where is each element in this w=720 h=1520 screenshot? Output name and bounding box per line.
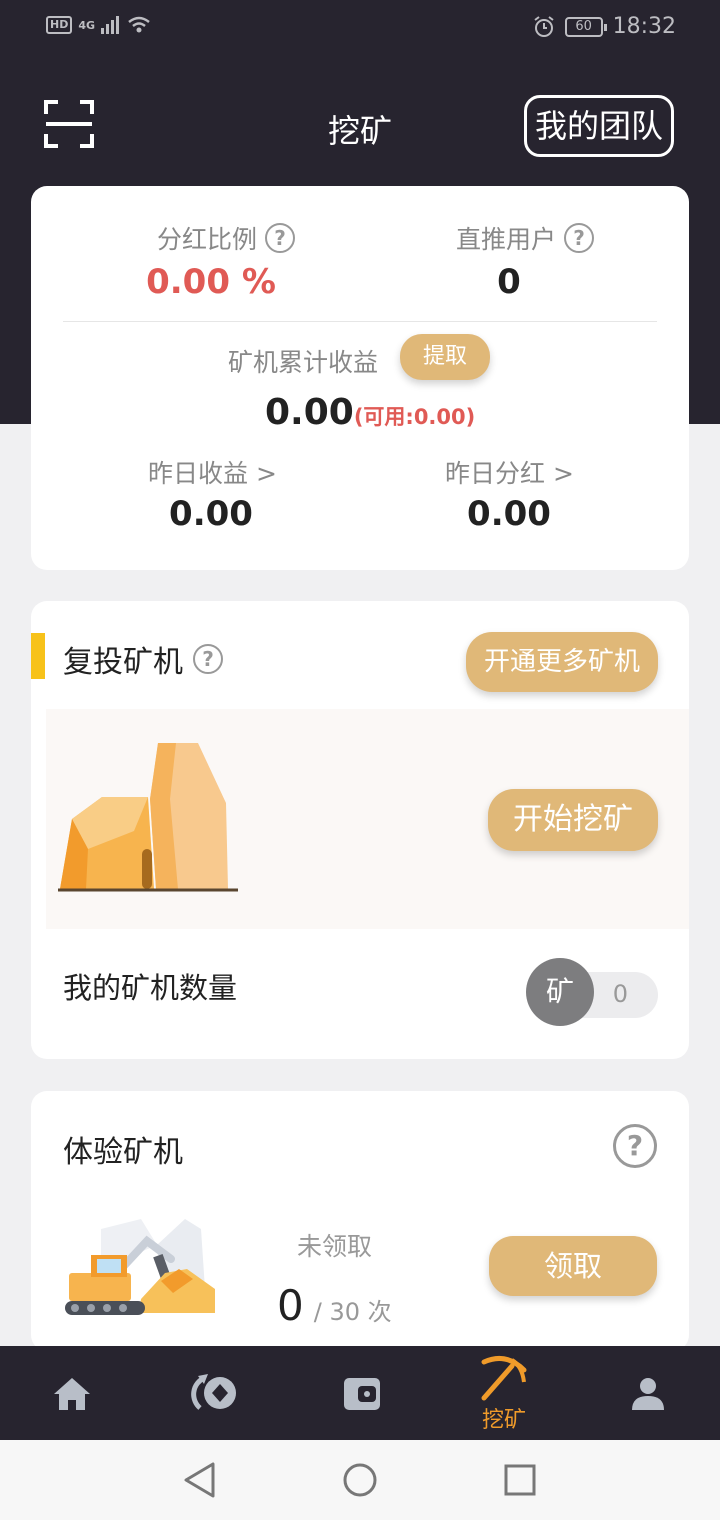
start-mining-button[interactable]: 开始挖矿: [488, 789, 658, 851]
reinvest-title-group: 复投矿机 ?: [63, 637, 223, 681]
trial-used-count: 0: [277, 1281, 304, 1330]
mining-area: 开始挖矿: [46, 709, 689, 929]
tab-mining-label: 挖矿: [481, 1408, 526, 1433]
wifi-icon: [128, 16, 150, 33]
system-nav-bar: [0, 1440, 720, 1520]
clock: 18:32: [612, 14, 676, 39]
mine-mountain-icon: [58, 743, 238, 892]
section-accent-bar: [31, 633, 45, 679]
dividend-ratio-label-group: 分红比例 ?: [157, 220, 296, 256]
available-amount: (可用:0.00): [353, 405, 476, 429]
my-team-button[interactable]: 我的团队: [523, 95, 674, 157]
recents-icon[interactable]: [504, 1464, 536, 1496]
tab-profile[interactable]: [588, 1346, 708, 1440]
reinvest-title: 复投矿机: [63, 645, 183, 680]
yesterday-dividend-link[interactable]: 昨日分红 >: [445, 454, 574, 490]
help-icon[interactable]: ?: [613, 1124, 657, 1168]
home-icon: [54, 1378, 90, 1410]
trial-status: 未领取: [297, 1232, 373, 1261]
direct-users-value: 0: [497, 262, 521, 302]
bottom-tab-bar: 挖矿: [0, 1346, 720, 1440]
signal-icon: [101, 16, 120, 34]
miner-count-indicator: 矿 0: [526, 958, 658, 1026]
help-icon[interactable]: ?: [564, 223, 595, 253]
tab-exchange[interactable]: [156, 1346, 276, 1440]
pickaxe-icon: [481, 1355, 527, 1401]
back-icon[interactable]: [183, 1462, 217, 1498]
help-icon[interactable]: ?: [193, 644, 223, 674]
withdraw-button[interactable]: 提取: [400, 334, 490, 380]
tab-home[interactable]: [12, 1346, 132, 1440]
cumulative-value-group: 0.00 (可用:0.00): [265, 392, 475, 433]
exchange-icon: [191, 1374, 236, 1410]
network-type: 4G: [78, 18, 96, 32]
yesterday-income-value: 0.00: [169, 494, 253, 534]
open-more-miners-button[interactable]: 开通更多矿机: [466, 632, 658, 692]
home-nav-icon[interactable]: [342, 1462, 378, 1498]
direct-users-label-group: 直推用户 ?: [456, 220, 595, 256]
dividend-ratio-value: 0.00 %: [146, 262, 276, 302]
direct-users-label: 直推用户: [456, 225, 557, 254]
hd-indicator: HD: [46, 16, 73, 34]
divider: [63, 321, 657, 322]
help-icon[interactable]: ?: [265, 223, 296, 253]
tab-wallet[interactable]: [300, 1346, 420, 1440]
tab-mining[interactable]: 挖矿: [444, 1346, 564, 1440]
miner-count-value: 0: [612, 980, 628, 1008]
cumulative-value: 0.00: [265, 392, 354, 433]
cumulative-label: 矿机累计收益: [228, 348, 379, 377]
trial-usage-group: 0 / 30 次: [277, 1281, 392, 1330]
my-miner-count-label: 我的矿机数量: [63, 971, 238, 1005]
battery-indicator: 60: [564, 16, 607, 37]
user-icon: [632, 1378, 664, 1410]
dividend-ratio-label: 分红比例: [157, 225, 258, 254]
miner-badge: 矿: [526, 958, 594, 1026]
status-bar: HD 4G 60 18:32: [0, 0, 720, 58]
claim-button[interactable]: 领取: [489, 1236, 657, 1296]
excavator-icon: [65, 1219, 215, 1315]
trial-total-count: / 30 次: [313, 1298, 392, 1326]
yesterday-dividend-value: 0.00: [467, 494, 551, 534]
wallet-icon: [344, 1378, 380, 1410]
yesterday-income-link[interactable]: 昨日收益 >: [148, 454, 277, 490]
trial-title: 体验矿机: [63, 1135, 183, 1170]
trial-miner-card: 体验矿机 ? 未领取 0 / 30 次 领取: [31, 1091, 689, 1351]
alarm-icon: [533, 15, 554, 37]
earnings-summary-card: 分红比例 ? 0.00 % 直推用户 ? 0 矿机累计收益 提取 0.00 (可…: [31, 186, 689, 570]
reinvest-miner-card: 复投矿机 ? 开通更多矿机 开始挖矿 我的矿机数量 矿 0: [31, 601, 689, 1059]
